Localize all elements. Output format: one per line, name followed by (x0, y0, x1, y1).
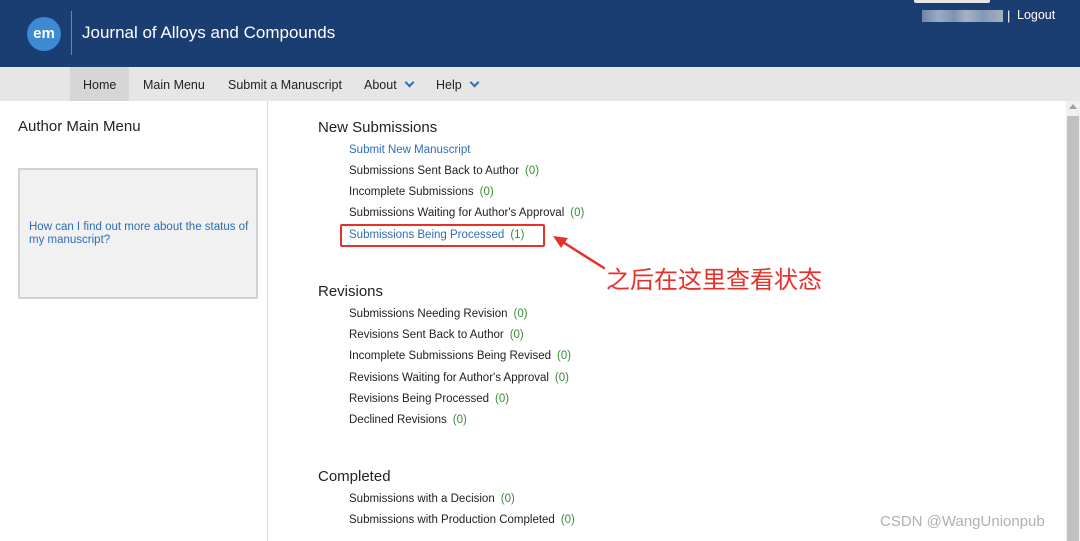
item-label: Incomplete Submissions Being Revised (349, 350, 551, 362)
completed-heading: Completed (318, 468, 391, 485)
item-count: (0) (525, 165, 540, 177)
item-label: Submissions Waiting for Author's Approva… (349, 207, 565, 219)
item-count: (0) (500, 493, 515, 505)
item-count: (0) (495, 393, 510, 405)
nav-submit-manuscript[interactable]: Submit a Manuscript (228, 67, 342, 101)
item-label: Submissions with Production Completed (349, 514, 555, 526)
item-label: Submissions Being Processed (349, 229, 505, 241)
list-item[interactable]: Declined Revisions (0) (349, 414, 467, 426)
item-count: (0) (557, 350, 572, 362)
list-item[interactable]: Submissions with a Decision (0) (349, 493, 515, 505)
item-count: (1) (510, 229, 525, 241)
chevron-down-icon (469, 77, 480, 88)
status-help-link[interactable]: How can I find out more about the status… (29, 221, 251, 247)
item-count: (0) (509, 329, 524, 341)
nav-home[interactable]: Home (70, 67, 129, 101)
nav-about[interactable]: About (364, 67, 415, 101)
list-item[interactable]: Submissions with Production Completed (0) (349, 514, 575, 526)
item-label: Incomplete Submissions (349, 186, 474, 198)
item-count: (0) (513, 308, 528, 320)
submissions-being-processed-link[interactable]: Submissions Being Processed (1) (349, 229, 524, 241)
revisions-heading: Revisions (318, 283, 384, 300)
watermark: CSDN @WangUnionpub (880, 513, 1045, 530)
chevron-down-icon (404, 77, 415, 88)
em-logo[interactable]: em (27, 17, 61, 51)
scroll-up-arrow-icon[interactable] (1069, 104, 1077, 109)
item-count: (0) (570, 207, 585, 219)
submit-new-manuscript-link[interactable]: Submit New Manuscript (349, 144, 470, 156)
nav-submit-label: Submit a Manuscript (228, 78, 342, 92)
author-main-menu-title: Author Main Menu (18, 118, 141, 135)
item-label: Revisions Sent Back to Author (349, 329, 504, 341)
item-label: Submissions with a Decision (349, 493, 495, 505)
list-item[interactable]: Submissions Sent Back to Author (0) (349, 165, 539, 177)
nav-about-label: About (364, 78, 397, 92)
red-arrow-icon (553, 236, 606, 270)
logo-divider (71, 11, 72, 55)
item-label: Revisions Being Processed (349, 393, 489, 405)
list-item[interactable]: Incomplete Submissions Being Revised (0) (349, 350, 571, 362)
help-box: How can I find out more about the status… (18, 168, 258, 299)
blurred-username (922, 10, 1003, 22)
header-bar: em Journal of Alloys and Compounds | Log… (0, 0, 1080, 67)
user-top-indicator (914, 0, 990, 3)
journal-title[interactable]: Journal of Alloys and Compounds (82, 23, 335, 43)
item-count: (0) (479, 186, 494, 198)
nav-help[interactable]: Help (436, 67, 480, 101)
list-item[interactable]: Revisions Waiting for Author's Approval (… (349, 372, 569, 384)
item-label: Submissions Needing Revision (349, 308, 508, 320)
nav-main-menu[interactable]: Main Menu (143, 67, 205, 101)
item-count: (0) (560, 514, 575, 526)
left-panel: Author Main Menu How can I find out more… (0, 101, 268, 541)
nav-main-menu-label: Main Menu (143, 78, 205, 92)
logout-link[interactable]: Logout (1017, 8, 1055, 22)
list-item[interactable]: Incomplete Submissions (0) (349, 186, 494, 198)
list-item[interactable]: Revisions Being Processed (0) (349, 393, 509, 405)
list-item[interactable]: Submissions Needing Revision (0) (349, 308, 528, 320)
list-item[interactable]: Revisions Sent Back to Author (0) (349, 329, 524, 341)
annotation-text: 之后在这里查看状态 (606, 267, 822, 294)
scrollbar-thumb[interactable] (1067, 116, 1079, 541)
new-submissions-heading: New Submissions (318, 119, 438, 136)
item-count: (0) (554, 372, 569, 384)
nav-help-label: Help (436, 78, 462, 92)
nav-home-label: Home (83, 78, 117, 92)
item-label: Declined Revisions (349, 414, 447, 426)
list-item[interactable]: Submissions Waiting for Author's Approva… (349, 207, 584, 219)
item-label: Submissions Sent Back to Author (349, 165, 520, 177)
nav-bar: Home Main Menu Submit a Manuscript About… (0, 67, 1080, 101)
item-count: (0) (452, 414, 467, 426)
item-label: Revisions Waiting for Author's Approval (349, 372, 549, 384)
header-separator: | (1007, 8, 1011, 23)
